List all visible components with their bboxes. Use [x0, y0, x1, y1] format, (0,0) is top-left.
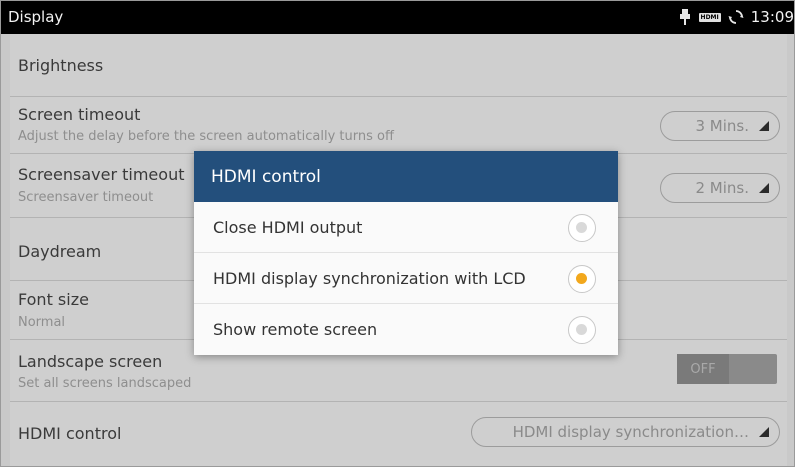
setting-summary: Screensaver timeout	[18, 190, 154, 205]
screen-timeout-dropdown[interactable]: 3 Mins.	[660, 111, 780, 141]
setting-label: Daydream	[18, 242, 102, 261]
dropdown-value: HDMI display synchronization…	[512, 423, 749, 441]
setting-summary: Adjust the delay before the screen autom…	[18, 129, 394, 144]
dialog-option-close-hdmi[interactable]: Close HDMI output	[194, 202, 618, 253]
radio-button-checked[interactable]	[568, 265, 596, 293]
app-window: Display HDMI 13:09 Brightness Screen tim…	[0, 0, 795, 467]
setting-summary: Normal	[18, 315, 66, 330]
screensaver-timeout-dropdown[interactable]: 2 Mins.	[660, 173, 780, 203]
setting-label: Font size	[18, 290, 89, 309]
status-bar: Display HDMI 13:09	[1, 1, 794, 34]
setting-label: Landscape screen	[18, 352, 163, 371]
option-label: HDMI display synchronization with LCD	[213, 268, 526, 288]
usb-debug-icon	[678, 9, 692, 25]
dropdown-arrow-icon	[759, 427, 769, 437]
dropdown-arrow-icon	[759, 121, 769, 131]
hdmi-control-dropdown[interactable]: HDMI display synchronization…	[471, 417, 780, 447]
dialog-title: HDMI control	[194, 151, 618, 202]
sync-icon	[728, 9, 744, 25]
option-label: Show remote screen	[213, 320, 378, 339]
setting-label: Screen timeout	[18, 105, 141, 124]
hdmi-control-dialog: HDMI control Close HDMI output HDMI disp…	[194, 151, 618, 355]
setting-hdmi-control[interactable]: HDMI control HDMI display synchronizatio…	[10, 402, 787, 466]
setting-label: Screensaver timeout	[18, 165, 185, 184]
setting-label: Brightness	[18, 56, 104, 75]
setting-summary: Set all screens landscaped	[18, 376, 192, 391]
landscape-toggle[interactable]: OFF	[677, 354, 777, 384]
setting-screen-timeout[interactable]: Screen timeout Adjust the delay before t…	[10, 97, 787, 154]
dropdown-value: 2 Mins.	[695, 179, 749, 197]
setting-brightness[interactable]: Brightness	[10, 34, 787, 97]
hdmi-icon: HDMI	[698, 12, 721, 22]
option-label: Close HDMI output	[213, 217, 363, 237]
hdmi-badge-text: HDMI	[698, 12, 721, 22]
radio-button[interactable]	[568, 214, 596, 242]
screen-title: Display	[8, 8, 64, 26]
status-icons: HDMI 13:09	[678, 7, 794, 27]
dropdown-value: 3 Mins.	[695, 117, 749, 135]
setting-label: HDMI control	[18, 424, 122, 443]
clock: 13:09	[750, 8, 794, 26]
radio-button[interactable]	[568, 316, 596, 344]
dialog-option-hdmi-sync[interactable]: HDMI display synchronization with LCD	[194, 253, 618, 304]
dropdown-arrow-icon	[759, 183, 769, 193]
toggle-knob: OFF	[677, 354, 729, 384]
dialog-option-remote-screen[interactable]: Show remote screen	[194, 304, 618, 355]
